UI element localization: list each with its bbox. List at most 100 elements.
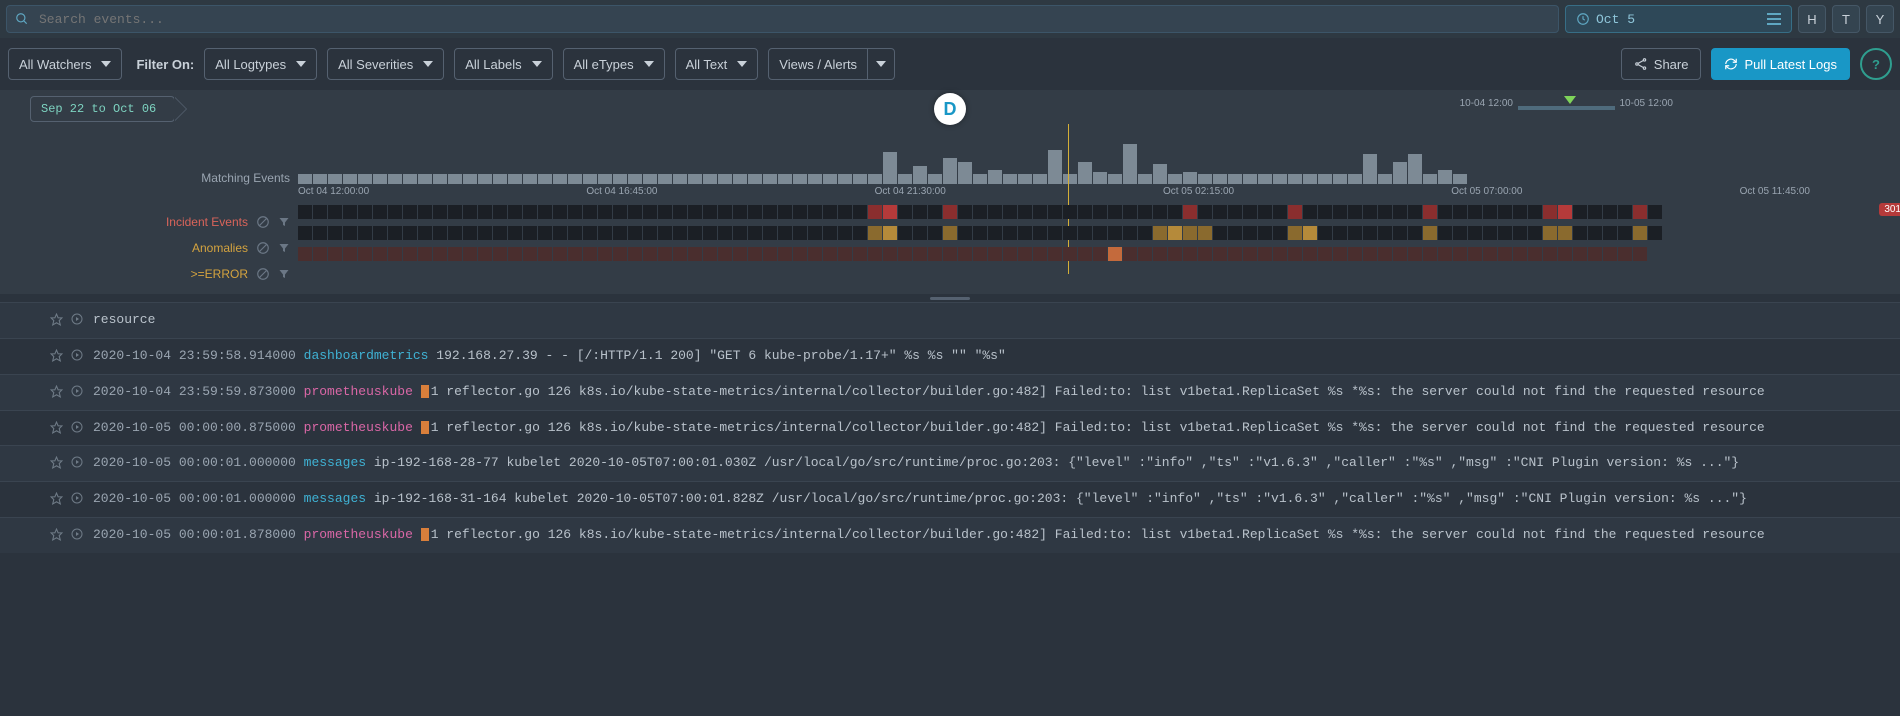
heat-cell[interactable] [568,205,582,219]
heat-cell[interactable] [913,205,927,219]
histogram-bar[interactable] [958,162,972,184]
labels-dropdown[interactable]: All Labels [454,48,552,80]
heat-cell[interactable] [643,226,657,240]
heat-cell[interactable] [1138,247,1152,261]
heat-cell[interactable] [1333,226,1347,240]
histogram-bar[interactable] [403,174,417,184]
histogram-bar[interactable] [1333,174,1347,184]
histogram-bar[interactable] [988,170,1002,184]
histogram-bar[interactable] [1363,154,1377,184]
heat-cell[interactable] [358,205,372,219]
heat-cell[interactable] [433,247,447,261]
heat-cell[interactable] [928,226,942,240]
heat-cell[interactable] [523,205,537,219]
anomalies-heat-row[interactable] [298,224,1870,242]
histogram-bar[interactable] [1108,174,1122,184]
heat-cell[interactable] [388,247,402,261]
heat-cell[interactable] [628,205,642,219]
heat-cell[interactable] [508,205,522,219]
histogram-bar[interactable] [388,174,402,184]
heat-cell[interactable] [553,226,567,240]
heat-cell[interactable] [403,205,417,219]
heat-cell[interactable] [598,226,612,240]
heat-cell[interactable] [1123,205,1137,219]
heat-cell[interactable] [1108,205,1122,219]
heat-cell[interactable] [388,226,402,240]
log-row[interactable]: 2020-10-04 23:59:59.873000 prometheuskub… [0,374,1900,410]
heat-cell[interactable] [733,226,747,240]
heat-cell[interactable] [733,247,747,261]
heat-cell[interactable] [943,205,957,219]
alltext-dropdown[interactable]: All Text [675,48,759,80]
expand-icon[interactable] [71,528,83,541]
heat-cell[interactable] [1558,226,1572,240]
heat-cell[interactable] [418,247,432,261]
histogram-bar[interactable] [568,174,582,184]
heat-cell[interactable] [1348,205,1362,219]
heat-cell[interactable] [703,205,717,219]
heat-cell[interactable] [313,226,327,240]
heat-cell[interactable] [1333,247,1347,261]
heat-cell[interactable] [1003,205,1017,219]
heat-cell[interactable] [583,226,597,240]
heat-cell[interactable] [1303,226,1317,240]
heat-cell[interactable] [463,205,477,219]
heat-cell[interactable] [1378,226,1392,240]
heat-cell[interactable] [643,247,657,261]
heat-cell[interactable] [1033,205,1047,219]
log-row[interactable]: 2020-10-05 00:00:01.878000 prometheuskub… [0,517,1900,553]
heat-cell[interactable] [1528,247,1542,261]
heat-cell[interactable] [1078,226,1092,240]
histogram-bar[interactable] [1063,174,1077,184]
heat-cell[interactable] [538,226,552,240]
heat-cell[interactable] [1483,247,1497,261]
heat-cell[interactable] [1618,205,1632,219]
heat-cell[interactable] [1648,205,1662,219]
histogram-bar[interactable] [1123,144,1137,184]
heat-cell[interactable] [958,247,972,261]
heat-cell[interactable] [673,205,687,219]
histogram-bar[interactable] [613,174,627,184]
heat-cell[interactable] [1108,247,1122,261]
heat-cell[interactable] [1078,205,1092,219]
heat-cell[interactable] [898,247,912,261]
heat-cell[interactable] [1108,226,1122,240]
heat-cell[interactable] [1213,205,1227,219]
histogram-bar[interactable] [778,174,792,184]
heat-cell[interactable] [853,247,867,261]
heat-cell[interactable] [1093,247,1107,261]
histogram-bar[interactable] [853,174,867,184]
heat-cell[interactable] [1183,205,1197,219]
heat-cell[interactable] [1513,247,1527,261]
disable-row-icon[interactable] [256,267,270,281]
heat-cell[interactable] [343,247,357,261]
heat-cell[interactable] [1393,247,1407,261]
heat-cell[interactable] [1258,247,1272,261]
heat-cell[interactable] [1198,205,1212,219]
heat-cell[interactable] [1363,205,1377,219]
histogram-bar[interactable] [493,174,507,184]
histogram-bar[interactable] [523,174,537,184]
histogram-bar[interactable] [823,174,837,184]
histogram-bar[interactable] [898,174,912,184]
histogram-bar[interactable] [1408,154,1422,184]
expand-icon[interactable] [71,313,83,326]
histogram-bar[interactable] [373,174,387,184]
heat-cell[interactable] [478,226,492,240]
heat-cell[interactable] [1528,226,1542,240]
heat-cell[interactable] [1093,205,1107,219]
heat-cell[interactable] [763,247,777,261]
heat-cell[interactable] [1543,226,1557,240]
star-icon[interactable] [50,492,63,505]
heat-cell[interactable] [1318,205,1332,219]
histogram-bar[interactable] [1183,172,1197,184]
heat-cell[interactable] [1528,205,1542,219]
heat-cell[interactable] [448,226,462,240]
heat-cell[interactable] [418,205,432,219]
heat-cell[interactable] [898,205,912,219]
heat-cell[interactable] [1408,226,1422,240]
menu-icon[interactable] [1767,13,1781,25]
heat-cell[interactable] [1018,226,1032,240]
heat-cell[interactable] [373,247,387,261]
heat-cell[interactable] [823,247,837,261]
